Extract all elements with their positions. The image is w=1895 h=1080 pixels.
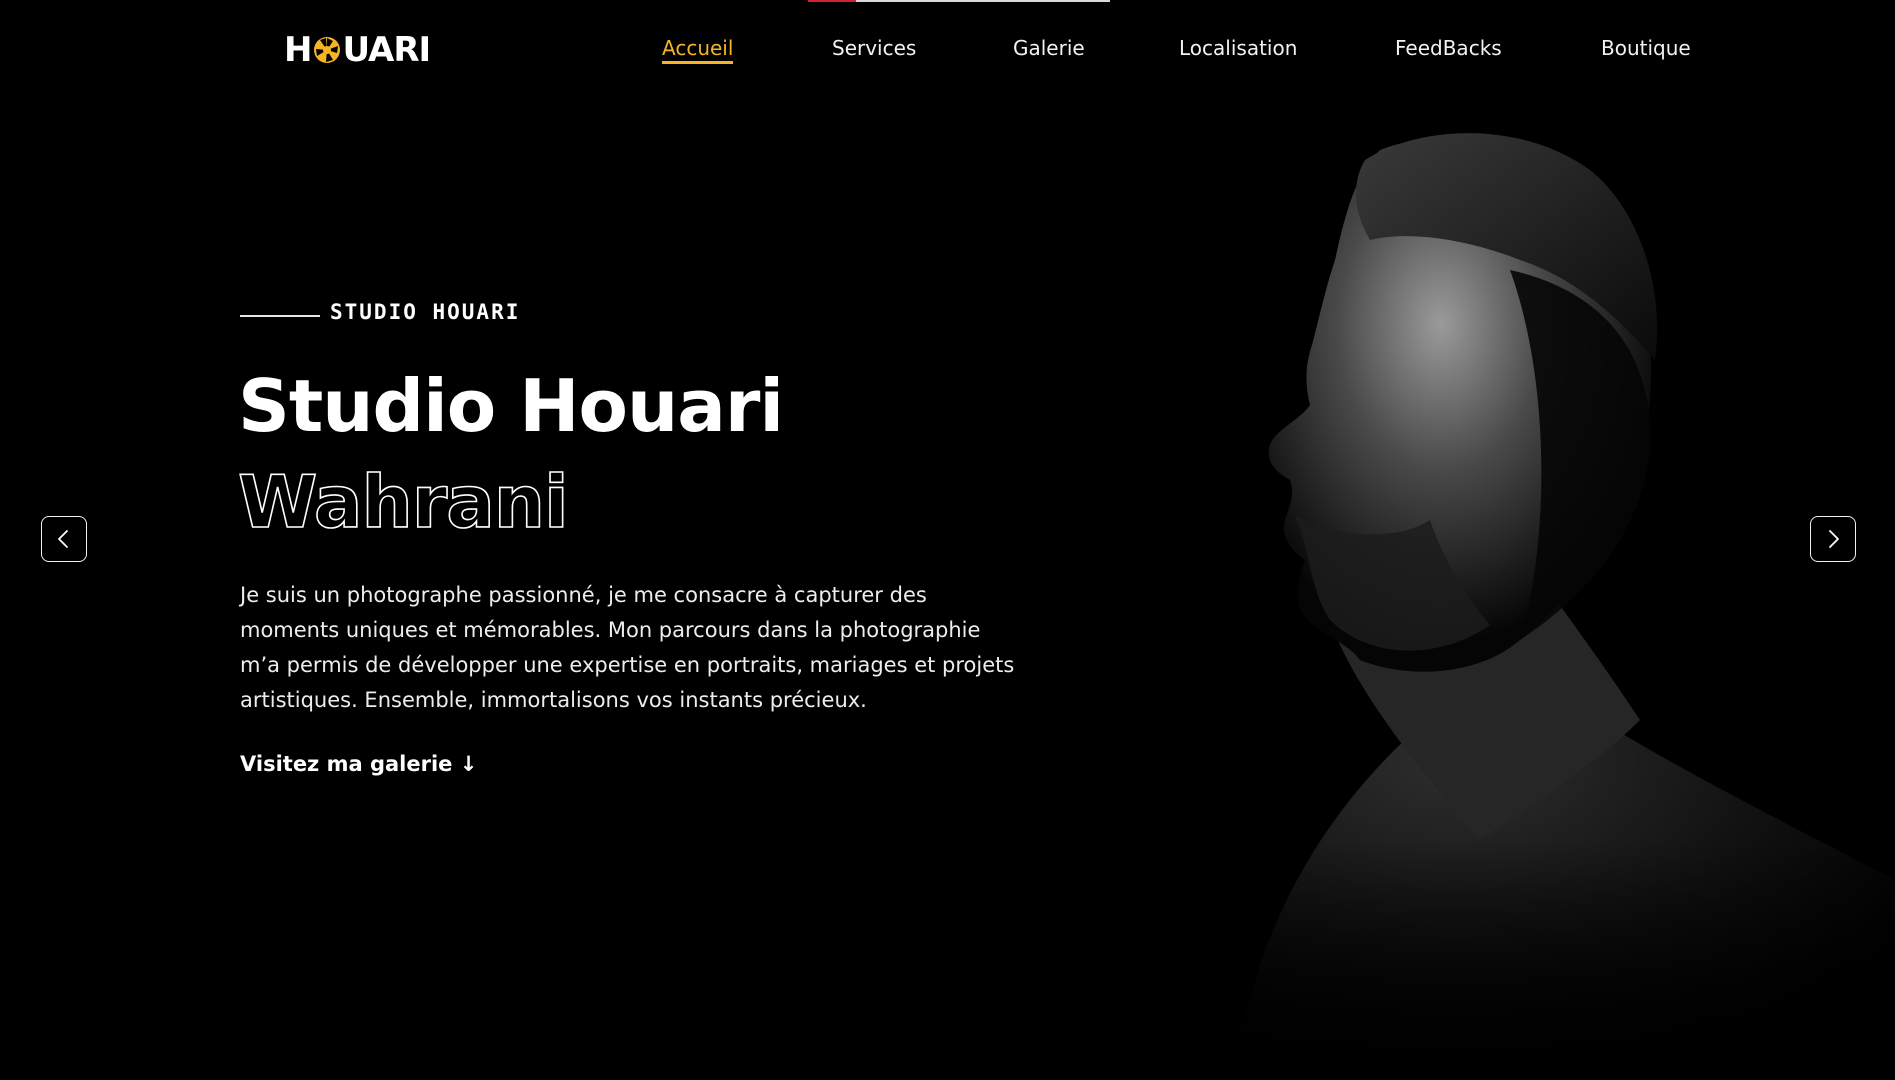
nav-item-feedbacks[interactable]: FeedBacks — [1395, 36, 1502, 60]
slider-progress-fill — [808, 0, 857, 2]
nav-item-galerie[interactable]: Galerie — [1013, 36, 1085, 60]
eyebrow-text: STUDIO HOUARI — [330, 300, 521, 324]
slider-next-button[interactable] — [1810, 516, 1856, 562]
main-nav: Accueil Services Galerie Localisation Fe… — [0, 36, 1895, 66]
chevron-right-icon — [1829, 530, 1839, 548]
hero-slide: H UARI Accueil Services Galerie Localisa… — [0, 0, 1895, 1080]
slider-progress-track — [808, 0, 1110, 2]
eyebrow-divider — [240, 315, 320, 317]
eyebrow: STUDIO HOUARI — [240, 300, 520, 324]
hero-title: Studio Houari — [238, 364, 784, 448]
portrait-image — [1080, 120, 1895, 1080]
hero-description: Je suis un photographe passionné, je me … — [240, 583, 1015, 712]
nav-item-accueil[interactable]: Accueil — [662, 36, 734, 64]
visit-gallery-link[interactable]: Visitez ma galerie ↓ — [240, 752, 477, 776]
nav-item-services[interactable]: Services — [832, 36, 916, 60]
slider-prev-button[interactable] — [41, 516, 87, 562]
nav-item-localisation[interactable]: Localisation — [1179, 36, 1297, 60]
nav-item-boutique[interactable]: Boutique — [1601, 36, 1691, 60]
chevron-left-icon — [58, 530, 68, 548]
hero-subtitle: Wahrani — [237, 459, 569, 545]
